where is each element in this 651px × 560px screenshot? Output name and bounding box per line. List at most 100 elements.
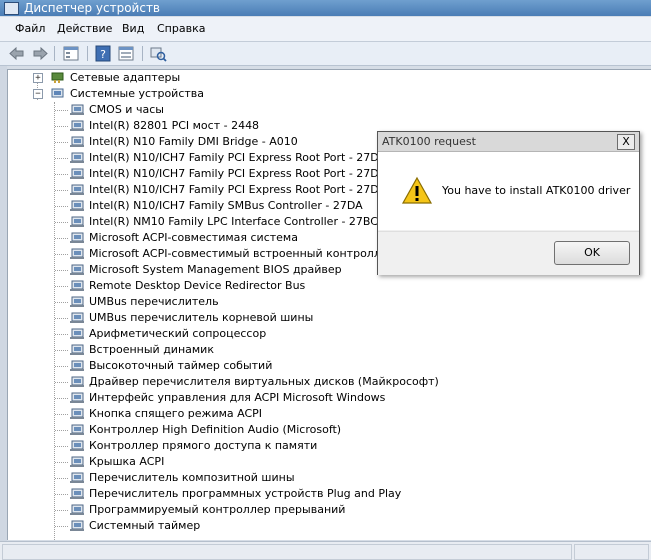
tree-line [55, 350, 68, 351]
system-device-icon [70, 184, 84, 195]
system-device-icon [70, 120, 84, 131]
system-device-icon [70, 520, 84, 531]
device-list-item[interactable]: Microsoft ACPI-совместимая система [89, 231, 298, 245]
menu-view[interactable]: Вид [122, 22, 144, 35]
system-device-icon [70, 216, 84, 227]
system-device-icon [70, 152, 84, 163]
device-list-item[interactable]: UMBus перечислитель корневой шины [89, 311, 313, 325]
tree-line [55, 222, 68, 223]
device-list-item[interactable]: Перечислитель программных устройств Plug… [89, 487, 401, 501]
system-device-icon [70, 200, 84, 211]
system-device-icon [70, 472, 84, 483]
tree-line [55, 206, 68, 207]
device-list-item[interactable]: Высокоточный таймер событий [89, 359, 272, 373]
device-list-item[interactable]: Intel(R) N10/ICH7 Family PCI Express Roo… [89, 167, 386, 181]
tree-line [55, 478, 68, 479]
system-device-icon [70, 264, 84, 275]
device-list-item[interactable]: Контроллер High Definition Audio (Micros… [89, 423, 341, 437]
system-devices-icon [51, 88, 64, 98]
system-device-icon [70, 344, 84, 355]
device-list-item[interactable]: CMOS и часы [89, 103, 164, 117]
tree-line [55, 318, 68, 319]
tree-line [55, 334, 68, 335]
device-list-item[interactable]: Intel(R) N10 Family DMI Bridge - A010 [89, 135, 298, 149]
device-list-item[interactable]: Кнопка спящего режима ACPI [89, 407, 262, 421]
help-icon[interactable]: ? [94, 45, 112, 62]
system-device-icon [70, 440, 84, 451]
system-device-icon [70, 504, 84, 515]
device-list-item[interactable]: Драйвер перечислителя виртуальных дисков… [89, 375, 439, 389]
dialog-message: You have to install ATK0100 driver [442, 184, 631, 197]
tree-line [55, 446, 68, 447]
device-list-item[interactable]: Intel(R) N10/ICH7 Family PCI Express Roo… [89, 183, 386, 197]
toolbar-separator [142, 46, 143, 61]
device-list-item[interactable]: Microsoft System Management BIOS драйвер [89, 263, 342, 277]
tree-line [55, 286, 68, 287]
device-list-item[interactable]: Арифметический сопроцессор [89, 327, 266, 341]
device-list-item[interactable]: Крышка ACPI [89, 455, 164, 469]
system-device-icon [70, 328, 84, 339]
system-device-icon [70, 232, 84, 243]
device-list-item[interactable]: Перечислитель композитной шины [89, 471, 295, 485]
device-list-item[interactable]: Контроллер прямого доступа к памяти [89, 439, 317, 453]
device-manager-icon [4, 2, 19, 15]
category-system-devices[interactable]: Системные устройства [70, 87, 204, 101]
dialog-title: ATK0100 request [382, 135, 476, 148]
device-list-item[interactable]: Intel(R) NM10 Family LPC Interface Contr… [89, 215, 378, 229]
device-list-item[interactable]: UMBus перечислитель [89, 295, 219, 309]
tree-line [54, 102, 55, 540]
device-list-item[interactable]: Remote Desktop Device Redirector Bus [89, 279, 305, 293]
toolbar-separator [87, 46, 88, 61]
back-icon[interactable] [8, 45, 26, 62]
menu-bar: Файл Действие Вид Справка [0, 17, 651, 42]
dialog-titlebar: ATK0100 request X [378, 132, 639, 152]
device-list-item[interactable]: Системный таймер [89, 519, 200, 533]
device-list-item[interactable]: Microsoft ACPI-совместимый встроенный ко… [89, 247, 395, 261]
tree-line [55, 430, 68, 431]
status-bar [0, 541, 651, 560]
tree-line [55, 414, 68, 415]
forward-icon[interactable] [31, 45, 49, 62]
tree-line [55, 398, 68, 399]
svg-text:?: ? [100, 48, 106, 61]
menu-action[interactable]: Действие [57, 22, 112, 35]
expand-network-adapters[interactable]: + [33, 73, 43, 83]
menu-help[interactable]: Справка [157, 22, 205, 35]
system-device-icon [70, 424, 84, 435]
tree-line [55, 382, 68, 383]
view-icon[interactable] [117, 45, 135, 62]
system-device-icon [70, 168, 84, 179]
tree-line [55, 302, 68, 303]
device-list-item[interactable]: Программируемый контроллер прерываний [89, 503, 345, 517]
category-network-adapters[interactable]: Сетевые адаптеры [70, 71, 180, 85]
device-list-item[interactable]: Встроенный динамик [89, 343, 214, 357]
left-pane-edge [0, 66, 7, 541]
device-list-item[interactable]: Интерфейс управления для ACPI Microsoft … [89, 391, 385, 405]
scan-hardware-icon[interactable] [149, 45, 167, 62]
tree-line [55, 462, 68, 463]
system-device-icon [70, 280, 84, 291]
device-list-item[interactable]: Intel(R) 82801 PCI мост - 2448 [89, 119, 259, 133]
tree-line [55, 110, 68, 111]
system-device-icon [70, 456, 84, 467]
ok-button[interactable]: OK [554, 241, 630, 265]
system-device-icon [70, 488, 84, 499]
dialog-body: You have to install ATK0100 driver [378, 152, 639, 230]
tree-line [55, 238, 68, 239]
properties-icon[interactable] [62, 45, 80, 62]
tree-line [55, 510, 68, 511]
system-device-icon [70, 376, 84, 387]
network-adapter-icon [51, 72, 64, 83]
device-list-item[interactable]: Intel(R) N10/ICH7 Family PCI Express Roo… [89, 151, 386, 165]
tree-line [55, 254, 68, 255]
system-device-icon [70, 408, 84, 419]
system-device-icon [70, 312, 84, 323]
system-device-icon [70, 136, 84, 147]
menu-file[interactable]: Файл [15, 22, 45, 35]
atk0100-dialog: ATK0100 request X You have to install AT… [377, 131, 640, 275]
status-pane [2, 544, 572, 560]
collapse-system-devices[interactable]: − [33, 89, 43, 99]
tree-line [55, 158, 68, 159]
device-list-item[interactable]: Intel(R) N10/ICH7 Family SMBus Controlle… [89, 199, 363, 213]
close-icon[interactable]: X [617, 134, 635, 150]
